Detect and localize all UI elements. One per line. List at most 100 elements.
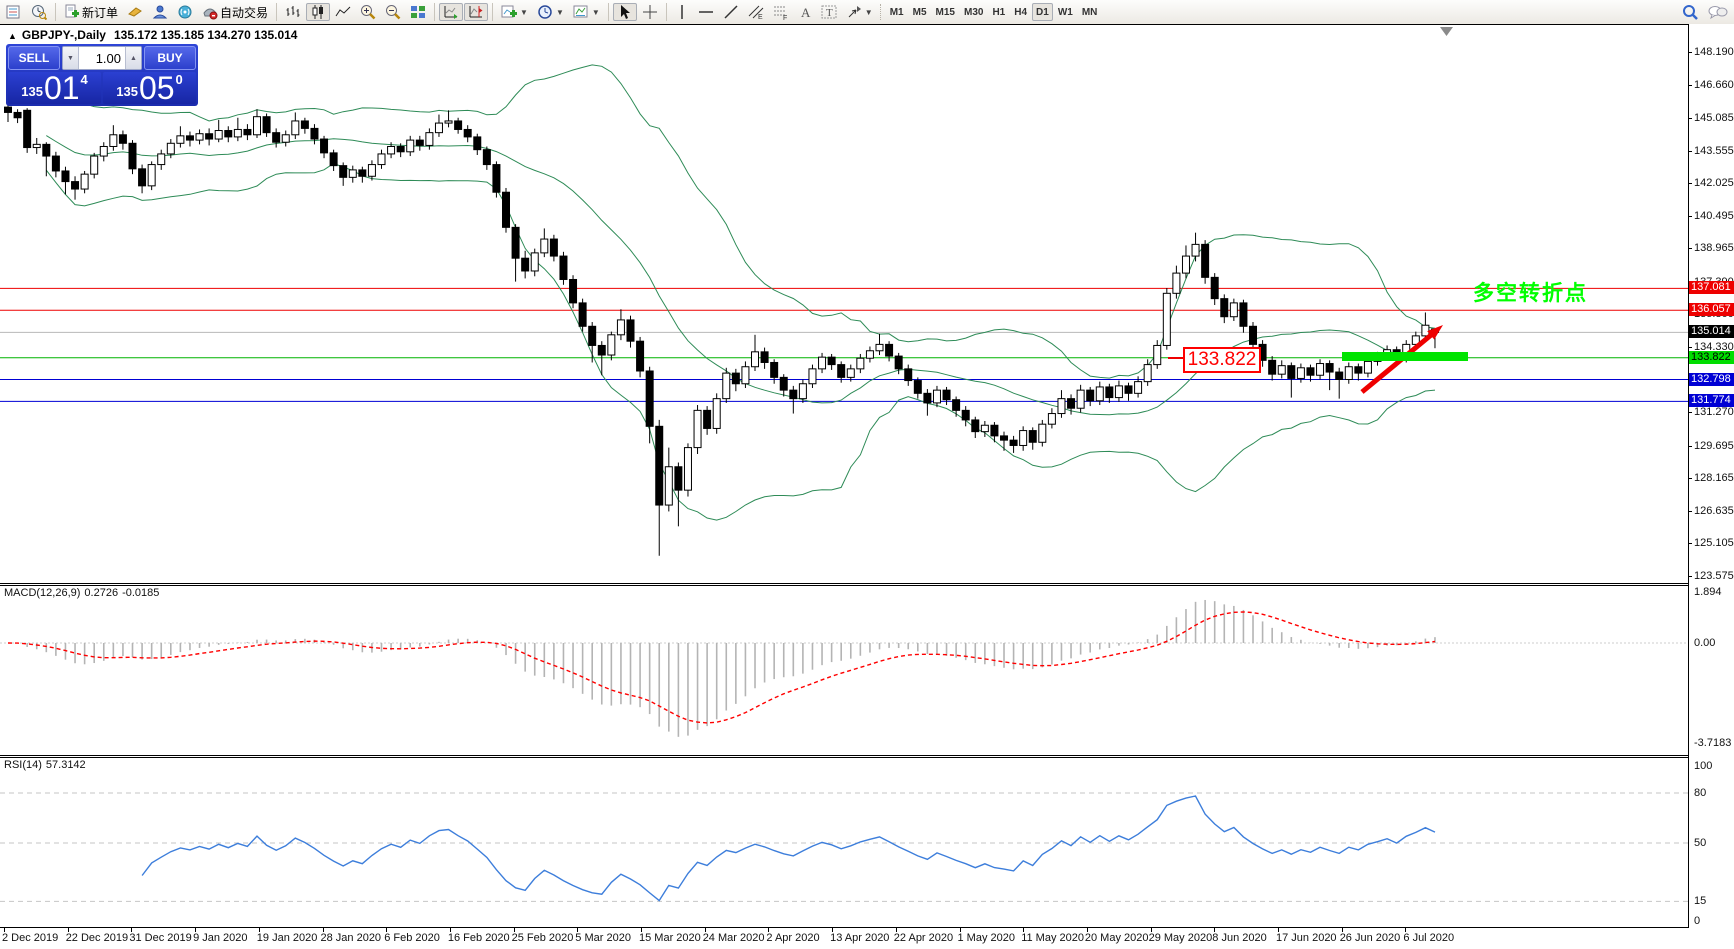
rsi-name: RSI(14) — [4, 759, 42, 771]
cursor-icon — [617, 4, 633, 20]
zoom-in-button[interactable] — [356, 3, 380, 21]
bar-chart-mode-button[interactable] — [281, 3, 305, 21]
new-order-label: 新订单 — [82, 4, 118, 21]
chart-canvas[interactable] — [0, 0, 1734, 949]
zoom-out-button[interactable] — [381, 3, 405, 21]
chat-button[interactable] — [1704, 3, 1732, 21]
timeframe-label: H1 — [992, 7, 1005, 18]
svg-text:T: T — [826, 7, 833, 19]
green-zone-bar[interactable] — [1342, 352, 1468, 361]
sell-button[interactable]: SELL — [8, 46, 60, 70]
price-axis-border — [1688, 25, 1689, 928]
timeframe-label: MN — [1082, 7, 1098, 18]
timeframe-label: H4 — [1014, 7, 1027, 18]
chat-bubbles-icon — [1708, 4, 1728, 20]
arrows-tool[interactable]: ▼ — [842, 3, 877, 21]
timeframe-button-H4[interactable]: H4 — [1010, 3, 1031, 21]
indicators-dropdown-arrow: ▼ — [520, 8, 528, 17]
auto-scroll-button[interactable] — [439, 3, 463, 21]
toolbar: 新订单 自动交易 — [0, 0, 1734, 24]
sell-price-big: 01 — [44, 73, 80, 103]
vertical-line-tool[interactable] — [671, 3, 693, 21]
templates-button[interactable]: ▼ — [569, 3, 604, 21]
chart-shift-icon — [468, 4, 484, 20]
broadcast-icon — [177, 4, 193, 20]
sell-price-display[interactable]: 135014 — [8, 72, 101, 104]
timeframe-button-M5[interactable]: M5 — [909, 3, 931, 21]
line-chart-mode-button[interactable] — [331, 3, 355, 21]
trendline-icon — [723, 4, 739, 20]
horizontal-line-icon — [698, 4, 714, 20]
one-click-trading-panel: SELL ▼ ▲ BUY 135014 135050 — [6, 44, 198, 106]
price-marker-chip: 136.057 — [1689, 303, 1734, 316]
indicators-icon — [501, 4, 517, 20]
timeframe-button-M30[interactable]: M30 — [960, 3, 987, 21]
bar-chart-icon — [285, 4, 301, 20]
timeframe-label: M1 — [890, 7, 904, 18]
market-watch-button[interactable] — [2, 3, 26, 21]
macd-value: 0.2726 — [84, 587, 118, 599]
rsi-separator-top[interactable] — [0, 755, 1689, 756]
terminal-button[interactable] — [148, 3, 172, 21]
buy-price-big: 05 — [139, 73, 175, 103]
price-marker-chip: 132.798 — [1689, 373, 1734, 386]
vertical-line-icon — [675, 4, 689, 20]
ohlc-values: 135.172 135.185 134.270 135.014 — [114, 28, 298, 42]
volume-input[interactable] — [79, 47, 125, 69]
oct-collapse-marker[interactable]: ▲ — [8, 31, 17, 41]
news-button[interactable] — [173, 3, 197, 21]
new-order-icon — [64, 4, 80, 20]
buy-price-display[interactable]: 135050 — [103, 72, 196, 104]
timeframe-button-MN[interactable]: MN — [1078, 3, 1102, 21]
timeframe-button-M1[interactable]: M1 — [886, 3, 908, 21]
tile-windows-icon — [410, 4, 426, 20]
crosshair-tool-button[interactable] — [638, 3, 662, 21]
timeframe-button-M15[interactable]: M15 — [932, 3, 959, 21]
person-icon — [152, 4, 168, 20]
autotrading-button[interactable]: 自动交易 — [198, 3, 272, 21]
rsi-value: 57.3142 — [46, 759, 86, 771]
macd-separator-top[interactable] — [0, 583, 1689, 584]
buy-button[interactable]: BUY — [144, 46, 196, 70]
volume-decrease-button[interactable]: ▼ — [63, 47, 79, 69]
trendline-tool[interactable] — [719, 3, 743, 21]
price-marker-chip: 133.822 — [1689, 351, 1734, 364]
rsi-separator-bottom — [0, 757, 1689, 758]
chart-title: ▲GBPJPY-,Daily135.172 135.185 134.270 13… — [8, 28, 297, 42]
candle-chart-mode-button[interactable] — [306, 3, 330, 21]
price-callout-box[interactable]: 133.822 — [1183, 347, 1261, 373]
search-button[interactable] — [1678, 3, 1703, 21]
chart-shift-button[interactable] — [464, 3, 488, 21]
rsi-label-row: RSI(14) 57.3142 — [4, 759, 90, 771]
horizontal-line-tool[interactable] — [694, 3, 718, 21]
periods-button[interactable]: ▼ — [533, 3, 568, 21]
macd-name: MACD(12,26,9) — [4, 587, 80, 599]
price-marker-chip: 135.014 — [1689, 325, 1734, 338]
cursor-tool-button[interactable] — [613, 3, 637, 21]
template-icon — [573, 4, 589, 20]
indicators-button[interactable]: ▼ — [497, 3, 532, 21]
periods-dropdown-arrow: ▼ — [556, 8, 564, 17]
metaeditor-button[interactable] — [123, 3, 147, 21]
text-tool[interactable]: A — [794, 3, 816, 21]
date-axis-border — [0, 927, 1689, 928]
svg-text:A: A — [801, 5, 811, 20]
timeframe-label: M30 — [964, 7, 983, 18]
market-watch-icon — [6, 4, 22, 20]
price-marker-chip: 137.081 — [1689, 281, 1734, 294]
auto-scroll-icon — [443, 4, 459, 20]
equidistant-channel-tool[interactable]: E — [744, 3, 768, 21]
timeframe-button-D1[interactable]: D1 — [1032, 3, 1053, 21]
new-order-button[interactable]: 新订单 — [60, 3, 122, 21]
text-label-tool[interactable]: T — [817, 3, 841, 21]
fibonacci-tool[interactable]: F — [769, 3, 793, 21]
volume-increase-button[interactable]: ▲ — [125, 47, 141, 69]
timeframe-button-H1[interactable]: H1 — [988, 3, 1009, 21]
pivot-annotation-text[interactable]: 多空转折点 — [1473, 277, 1588, 307]
history-center-button[interactable] — [27, 3, 51, 21]
sell-price-sup: 4 — [81, 72, 88, 87]
timeframe-button-W1[interactable]: W1 — [1054, 3, 1077, 21]
candlestick-icon — [310, 4, 326, 20]
line-chart-icon — [335, 4, 351, 20]
tile-windows-button[interactable] — [406, 3, 430, 21]
